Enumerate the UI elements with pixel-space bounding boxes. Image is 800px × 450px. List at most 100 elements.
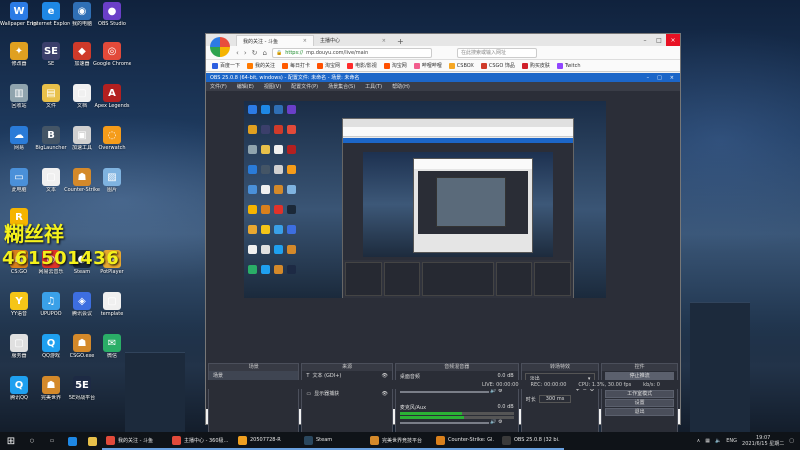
desktop-icon[interactable]: A Apex Legends — [93, 84, 131, 109]
desktop-icon[interactable]: ◌ Overwatch — [93, 126, 131, 151]
bookmark-item[interactable]: 每日打卡 — [282, 62, 310, 69]
transitions-dock: 转场特效 淡出 ▾ + − ⚙ 时长 300 ms — [520, 363, 600, 443]
search-icon[interactable]: ○ — [22, 432, 42, 450]
desktop-icon[interactable]: 5E 5E对战平台 — [63, 376, 101, 401]
volume-slider[interactable] — [399, 390, 489, 393]
obs-control-button[interactable]: 设置 — [605, 399, 674, 407]
eye-icon[interactable]: 👁 — [381, 391, 387, 397]
obs-preview[interactable] — [244, 101, 606, 298]
wallpaper-building — [690, 302, 750, 432]
desktop-icon[interactable]: ▢ template — [93, 292, 131, 317]
close-icon[interactable]: × — [382, 38, 386, 44]
forward-icon[interactable]: › — [244, 49, 247, 57]
obs-menu-item[interactable]: 工具(T) — [365, 83, 382, 90]
taskbar-app-button[interactable]: 完美世界竞技平台 — [366, 432, 432, 450]
preview-desktop-icon — [248, 225, 257, 234]
browser-logo-icon[interactable] — [210, 37, 230, 57]
bookmark-item[interactable]: Twitch — [556, 62, 581, 69]
bookmark-item[interactable]: 淘宝网 — [383, 62, 407, 69]
preview-desktop-icon — [274, 245, 283, 254]
close-window-button[interactable]: × — [666, 34, 680, 46]
close-window-button[interactable]: × — [670, 75, 674, 81]
eye-icon[interactable]: 👁 — [381, 373, 387, 379]
home-icon[interactable]: ⌂ — [263, 49, 267, 57]
obs-menu-item[interactable]: 配置文件(P) — [291, 83, 318, 90]
desktop-icon[interactable]: ▨ 图片 — [93, 168, 131, 193]
obs-menu-item[interactable]: 视图(V) — [264, 83, 281, 90]
notification-icon[interactable]: ▢ — [789, 438, 794, 444]
speaker-icon[interactable]: 🔈 — [715, 438, 721, 444]
gear-icon[interactable]: ⚙ — [498, 419, 502, 425]
chevron-up-icon[interactable]: ∧ — [697, 438, 701, 444]
maximize-button[interactable]: □ — [657, 75, 662, 81]
volume-slider[interactable] — [399, 421, 489, 424]
preview-desktop-icon — [287, 185, 296, 194]
bookmark-favicon-icon — [556, 62, 563, 69]
obs-control-button[interactable]: 停止推流 — [605, 372, 674, 380]
taskbar-app-button[interactable]: 我的关注 - 斗鱼 — [102, 432, 168, 450]
edge-icon[interactable] — [62, 432, 82, 450]
scenes-dock: 场景 场景 +−∧∨ — [208, 363, 300, 443]
source-item[interactable]: T 文本 (GDI+) 👁 — [302, 371, 391, 380]
bookmark-item[interactable]: 我的关注 — [247, 62, 275, 69]
app-icon: 5E — [73, 376, 91, 394]
back-icon[interactable]: ‹ — [236, 49, 239, 57]
desktop-icon-label: Google Chrome — [93, 61, 131, 67]
taskbar-app-button[interactable]: OBS 25.0.8 (32 bi… — [498, 432, 564, 450]
obs-menu-item[interactable]: 帮助(H) — [392, 83, 410, 90]
url-input[interactable]: 🔒 https://mp.douyu.com/live/main — [271, 47, 432, 58]
close-icon[interactable]: × — [303, 38, 307, 44]
volume-meter — [399, 416, 514, 419]
task-view-icon[interactable]: ▭ — [42, 432, 62, 450]
minimize-button[interactable]: – — [638, 34, 652, 46]
windows-start-icon[interactable]: ⊞ — [0, 432, 22, 450]
new-tab-button[interactable]: + — [392, 37, 409, 46]
preview-desktop-icon — [287, 125, 296, 134]
app-icon: ◎ — [103, 42, 121, 60]
taskbar-app-button[interactable]: 主播中心 - 360极… — [168, 432, 234, 450]
bookmark-item[interactable]: CSGO 饰品 — [480, 62, 515, 69]
search-input[interactable]: 在此搜索或输入网址 — [456, 47, 537, 58]
preview-desktop-icon — [287, 165, 296, 174]
address-bar-row: ‹ › ↻ ⌂ 🔒 https://mp.douyu.com/live/main… — [206, 46, 680, 60]
duration-input[interactable]: 300 ms — [538, 395, 572, 403]
preview-desktop-icon — [287, 205, 296, 214]
bookmark-item[interactable]: CSBOX — [448, 62, 474, 69]
bookmark-item[interactable]: 百度一下 — [212, 62, 240, 69]
minimize-button[interactable]: – — [647, 75, 650, 81]
lock-icon: 🔒 — [275, 49, 283, 56]
maximize-button[interactable]: □ — [652, 34, 666, 46]
bookmark-item[interactable]: 哔哩哔哩 — [413, 62, 442, 69]
desktop-icon[interactable]: ● OBS Studio — [93, 2, 131, 27]
desktop-icon-label: UPUPOO — [40, 311, 62, 317]
app-icon: ▣ — [73, 126, 91, 144]
scene-item[interactable]: 场景 — [209, 371, 299, 380]
taskbar-app-button[interactable]: Steam — [300, 432, 366, 450]
preview-desktop-icon — [248, 265, 257, 274]
speaker-icon[interactable]: 🔊 — [490, 419, 496, 425]
file-explorer-icon[interactable] — [82, 432, 102, 450]
bookmark-item[interactable]: 电影/影视 — [347, 62, 377, 69]
obs-control-button[interactable]: 退出 — [605, 408, 674, 416]
desktop-icon-label: 文档 — [76, 103, 87, 109]
obs-control-button[interactable]: 工作室模式 — [605, 390, 674, 398]
refresh-icon[interactable]: ↻ — [252, 49, 258, 57]
bookmark-item[interactable]: 购买皮肤 — [521, 62, 550, 69]
obs-menu-item[interactable]: 编辑(E) — [237, 83, 254, 90]
preview-desktop-icon — [261, 245, 270, 254]
taskbar-app-button[interactable]: 20507728-R — [234, 432, 300, 450]
source-item[interactable]: ▭ 显示器捕获 👁 — [302, 389, 391, 398]
language-indicator[interactable]: ENG — [726, 438, 737, 444]
browser-tab-douyu[interactable]: 我的关注 - 斗鱼 × — [236, 35, 314, 46]
obs-menu-item[interactable]: 文件(F) — [210, 83, 227, 90]
obs-menu-item[interactable]: 场景集合(S) — [328, 83, 355, 90]
desktop-icon-label: template — [100, 311, 124, 317]
bookmark-item[interactable]: 淘宝网 — [317, 62, 340, 69]
clock[interactable]: 19:07 2021/6/15 星期二 — [742, 435, 784, 447]
network-icon[interactable]: ▦ — [705, 438, 710, 444]
text-icon: T — [306, 372, 310, 379]
desktop-icon[interactable]: ◎ Google Chrome — [93, 42, 131, 67]
desktop-icon[interactable]: ✉ 微信 — [93, 334, 131, 359]
browser-tab-streamer[interactable]: 主播中心 × — [314, 35, 392, 46]
taskbar-app-button[interactable]: Counter-Strike: Gl… — [432, 432, 498, 450]
